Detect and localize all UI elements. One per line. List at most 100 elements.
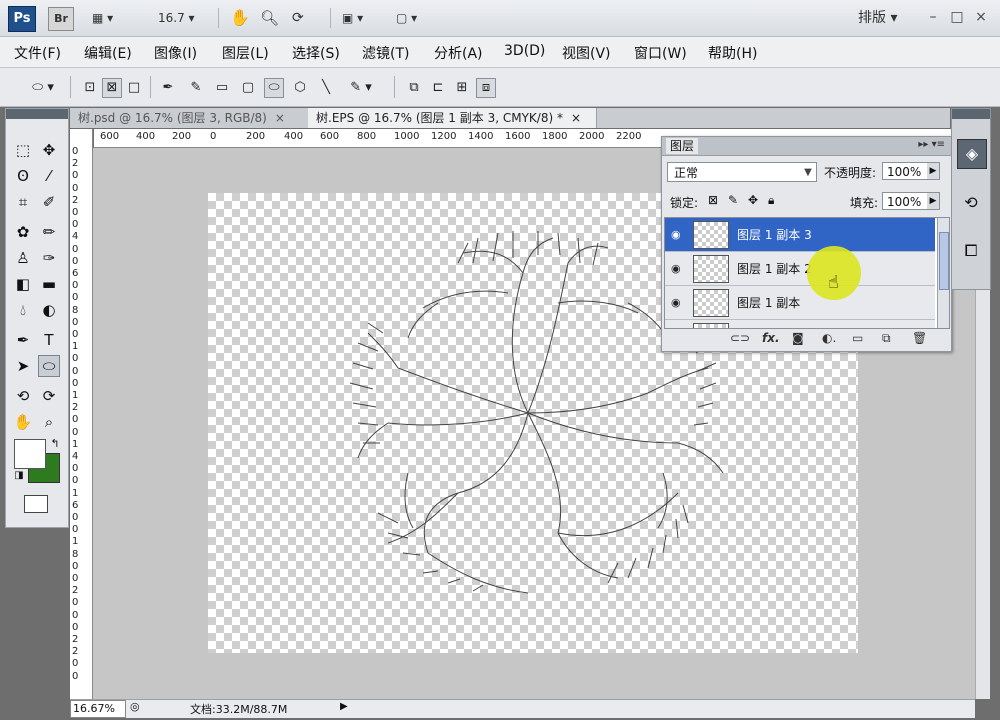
tools-panel-header[interactable] — [6, 109, 68, 119]
rounded-rectangle-icon[interactable]: ▢ — [238, 78, 258, 98]
layers-panel-icon[interactable]: ◈ — [957, 139, 987, 169]
zoom-tool-icon[interactable]: ⌕ — [38, 411, 60, 433]
link-icon[interactable]: ⊂⊃ — [730, 331, 750, 345]
pen-icon[interactable]: ✒ — [158, 78, 178, 98]
mask-icon[interactable]: ◙ — [792, 331, 804, 345]
add-to-path-icon[interactable]: ⧉ — [404, 78, 424, 98]
tab-tree-eps[interactable]: 树.EPS @ 16.7% (图层 1 副本 3, CMYK/8) * × — [308, 108, 597, 128]
transform-panel-icon[interactable]: ⧠ — [957, 237, 985, 265]
menu-help[interactable]: 帮助(H) — [708, 43, 757, 63]
panel-menu-icon[interactable]: ▸▸ ▾≡ — [918, 139, 945, 150]
scrollbar-thumb[interactable] — [939, 232, 949, 290]
default-colors-icon[interactable]: ◨ — [8, 465, 30, 487]
opacity-arrow-icon[interactable]: ▶ — [927, 163, 939, 179]
swap-colors-icon[interactable]: ↰ — [44, 433, 66, 455]
fill-arrow-icon[interactable]: ▶ — [927, 193, 939, 209]
layer-row[interactable]: ◉ 图层 1 副本 2 — [665, 252, 935, 286]
lasso-icon[interactable]: ʘ — [12, 165, 34, 187]
view-extras-icon[interactable]: ▦ ▾ — [92, 8, 113, 28]
type-icon[interactable]: T — [38, 329, 60, 351]
layer-row[interactable] — [665, 320, 935, 328]
brush-icon[interactable]: ✏ — [38, 221, 60, 243]
paths-icon[interactable]: ⊠ — [102, 78, 122, 98]
subtract-path-icon[interactable]: ⊏ — [428, 78, 448, 98]
close-tab-icon[interactable]: × — [275, 111, 285, 125]
dock-header[interactable] — [952, 109, 990, 119]
visibility-eye-icon[interactable]: ◉ — [671, 262, 683, 275]
fx-icon[interactable]: fx. — [762, 331, 780, 345]
lock-all-icon[interactable]: 🔒︎ — [768, 193, 774, 208]
blur-icon[interactable]: 💧︎ — [12, 299, 34, 321]
3d-rotate-icon[interactable]: ⟲ — [12, 385, 34, 407]
history-brush-icon[interactable]: ✑ — [38, 247, 60, 269]
lock-transparency-icon[interactable]: ⊠ — [708, 193, 718, 207]
bridge-launch-button[interactable]: Br — [48, 7, 74, 31]
path-selection-icon[interactable]: ➤ — [12, 355, 34, 377]
lock-pixels-icon[interactable]: ✎ — [728, 193, 738, 207]
menu-select[interactable]: 选择(S) — [292, 43, 340, 63]
blend-mode-select[interactable]: 正常 ▼ — [667, 162, 817, 182]
clone-stamp-icon[interactable]: ♙ — [12, 247, 34, 269]
menu-analysis[interactable]: 分析(A) — [434, 43, 483, 63]
menu-view[interactable]: 视图(V) — [562, 43, 611, 63]
healing-brush-icon[interactable]: ✿ — [12, 221, 34, 243]
new-layer-icon[interactable]: ⧉ — [882, 331, 891, 346]
ellipse-tool-icon[interactable]: ⬭ — [38, 355, 60, 377]
tool-preset-picker[interactable]: ⬭ ▾ — [24, 78, 62, 98]
shape-layers-icon[interactable]: ⊡ — [80, 78, 100, 98]
menu-filter[interactable]: 滤镜(T) — [362, 43, 409, 63]
menu-file[interactable]: 文件(F) — [14, 43, 61, 63]
history-panel-icon[interactable]: ⟲ — [957, 189, 985, 217]
eyedropper-icon[interactable]: ✐ — [38, 191, 60, 213]
3d-orbit-icon[interactable]: ⟳ — [38, 385, 60, 407]
dodge-icon[interactable]: ◐ — [38, 299, 60, 321]
fill-pixels-icon[interactable]: □ — [124, 78, 144, 98]
exclude-path-icon[interactable]: ⧈ — [476, 78, 496, 98]
layer-row[interactable]: ◉ 图层 1 副本 3 — [665, 218, 935, 252]
intersect-path-icon[interactable]: ⊞ — [452, 78, 472, 98]
zoom-icon[interactable]: 🔍︎ — [260, 8, 279, 28]
lock-position-icon[interactable]: ✥ — [748, 193, 758, 207]
opacity-field[interactable]: 100% ▶ — [882, 162, 940, 180]
adjustment-icon[interactable]: ◐. — [822, 331, 836, 345]
move-icon[interactable]: ✥ — [38, 139, 60, 161]
visibility-eye-icon[interactable]: ◉ — [671, 296, 683, 309]
screen-mode-icon[interactable]: ▢ ▾ — [396, 8, 417, 28]
menu-3d[interactable]: 3D(D) — [504, 43, 545, 59]
minimize-button[interactable]: – — [924, 8, 942, 26]
hand-tool-icon[interactable]: ✋ — [12, 411, 34, 433]
workspace-switcher[interactable]: 排版 ▾ — [858, 8, 897, 28]
pen-tool-icon[interactable]: ✒ — [12, 329, 34, 351]
visibility-eye-icon[interactable]: ◉ — [671, 228, 683, 241]
layer-list-scrollbar[interactable] — [937, 218, 949, 328]
eraser-icon[interactable]: ◧ — [12, 273, 34, 295]
trash-icon[interactable]: 🗑︎ — [912, 331, 927, 345]
line-icon[interactable]: ╲ — [316, 78, 336, 98]
rectangle-icon[interactable]: ▭ — [212, 78, 232, 98]
fill-field[interactable]: 100% ▶ — [882, 192, 940, 210]
layers-tab[interactable]: 图层 — [666, 138, 699, 154]
magic-wand-icon[interactable]: ⁄ — [38, 165, 60, 187]
menu-window[interactable]: 窗口(W) — [634, 43, 687, 63]
hand-icon[interactable]: ✋ — [230, 8, 250, 28]
marquee-icon[interactable]: ⬚ — [12, 139, 34, 161]
ellipse-icon[interactable]: ⬭ — [264, 78, 284, 98]
polygon-icon[interactable]: ⬡ — [290, 78, 310, 98]
zoom-percentage-field[interactable]: 16.67% — [70, 700, 126, 718]
freeform-pen-icon[interactable]: ✎ — [186, 78, 206, 98]
close-button[interactable]: × — [972, 8, 990, 26]
menu-layer[interactable]: 图层(L) — [222, 43, 269, 63]
group-icon[interactable]: ▭ — [852, 331, 863, 345]
status-menu-arrow[interactable]: ▶ — [340, 701, 348, 712]
maximize-button[interactable]: □ — [948, 8, 966, 26]
arrange-documents-icon[interactable]: ▣ ▾ — [342, 8, 363, 28]
menu-edit[interactable]: 编辑(E) — [84, 43, 132, 63]
custom-shape-icon[interactable]: ✎ ▾ — [342, 78, 380, 98]
tab-tree-psd[interactable]: 树.psd @ 16.7% (图层 3, RGB/8) × — [70, 108, 309, 128]
layer-row[interactable]: ◉ 图层 1 副本 — [665, 286, 935, 320]
gradient-icon[interactable]: ▬ — [38, 273, 60, 295]
status-info-icon[interactable]: ◎ — [130, 700, 140, 713]
close-tab-icon[interactable]: × — [571, 111, 581, 125]
menu-image[interactable]: 图像(I) — [154, 43, 197, 63]
quick-mask-button[interactable] — [24, 495, 48, 513]
